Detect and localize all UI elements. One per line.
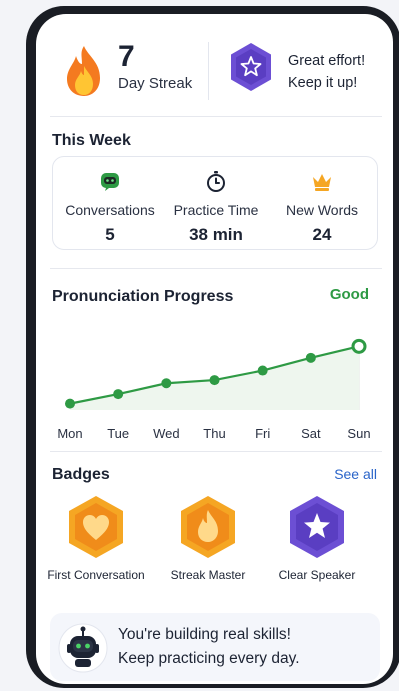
stat-label: Conversations [65,202,155,218]
pronunciation-title: Pronunciation Progress [52,288,234,305]
encouragement-message: Great effort! Keep it up! [288,53,366,91]
streak-count: 7 [118,40,135,73]
divider [208,42,209,100]
x-tick-label: Mon [57,426,82,441]
progress-screen: 7 Day Streak Great effort! Keep it up! T… [36,14,393,684]
divider [50,451,382,452]
stat-new-words[interactable]: New Words 24 [267,157,377,251]
data-point [161,378,172,389]
stat-label: Practice Time [173,202,259,218]
x-tick-label: Wed [153,426,180,441]
streak-label: Day Streak [118,75,193,92]
encouragement-text: You're building real skills! Keep practi… [118,626,300,667]
robot-icon [58,623,108,673]
x-tick-label: Fri [255,426,270,441]
x-tick-label: Tue [107,426,129,441]
data-point [257,365,268,376]
robot-chat-icon [101,173,119,191]
x-tick-label: Sun [347,426,370,441]
flame-badge-icon [181,496,235,558]
see-all-link[interactable]: See all [334,466,377,482]
stat-label: New Words [285,202,359,218]
star-badge-icon [290,496,344,558]
star-badge-icon [231,43,271,91]
stopwatch-icon [207,171,225,192]
badge-label: First Conversation [47,568,145,582]
pronunciation-chart: Mon Tue Wed Thu Fri Sat Sun [57,338,371,441]
this-week-card: Conversations 5 Practice Time 38 min New… [52,156,378,250]
badge-first-conversation[interactable]: First Conversation [36,494,156,582]
data-point [209,375,220,386]
stat-value: 5 [105,225,115,244]
pronunciation-status: Good [329,286,369,303]
data-point [65,398,75,409]
badge-label: Clear Speaker [278,568,356,582]
data-point [113,389,124,400]
this-week-title: This Week [52,132,131,149]
data-point [305,352,316,363]
encouragement-card: You're building real skills! Keep practi… [50,613,380,681]
streak-header: 7 Day Streak Great effort! Keep it up! [36,14,393,116]
stat-value: 24 [312,225,332,244]
flame-icon [67,46,100,96]
stat-practice-time[interactable]: Practice Time 38 min [161,157,271,251]
badges-title: Badges [52,466,110,483]
badge-label: Streak Master [170,568,246,582]
badge-streak-master[interactable]: Streak Master [148,494,268,582]
x-tick-label: Thu [203,426,225,441]
stat-value: 38 min [189,225,243,244]
heart-badge-icon [69,496,123,558]
data-point-current [351,338,367,354]
badge-clear-speaker[interactable]: Clear Speaker [257,494,377,582]
divider [50,268,382,269]
stat-conversations[interactable]: Conversations 5 [55,157,165,251]
x-tick-label: Sat [301,426,321,441]
divider [50,116,382,117]
crown-icon [313,174,331,191]
